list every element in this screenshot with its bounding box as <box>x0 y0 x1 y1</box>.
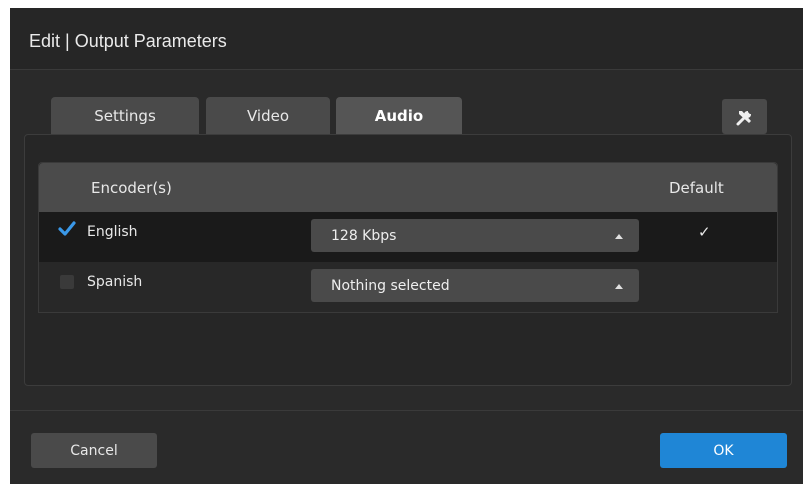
spanish-checkbox[interactable] <box>60 275 74 289</box>
cancel-button[interactable]: Cancel <box>31 433 157 468</box>
dialog-titlebar: Edit | Output Parameters <box>10 8 803 70</box>
english-bitrate-select[interactable]: 128 Kbps <box>311 219 639 252</box>
tab-audio[interactable]: Audio <box>336 97 462 134</box>
tab-settings[interactable]: Settings <box>51 97 199 134</box>
english-bitrate-value: 128 Kbps <box>331 228 397 244</box>
english-label: English <box>87 224 138 240</box>
output-parameters-dialog: Edit | Output Parameters Settings Video … <box>10 8 803 484</box>
spanish-bitrate-select[interactable]: Nothing selected <box>311 269 639 302</box>
column-header-encoders: Encoder(s) <box>91 179 172 197</box>
table-header: Encoder(s) Default <box>39 163 777 212</box>
spanish-bitrate-value: Nothing selected <box>331 278 450 294</box>
table-row: English 128 Kbps ✓ <box>39 212 777 262</box>
footer-divider <box>10 410 803 411</box>
tab-video[interactable]: Video <box>206 97 330 134</box>
encoders-table: Encoder(s) Default English 128 Kbps ✓ Sp… <box>38 162 778 313</box>
default-check-mark: ✓ <box>698 223 711 241</box>
caret-up-icon <box>615 234 623 239</box>
dialog-title: Edit | Output Parameters <box>29 31 227 51</box>
ok-button[interactable]: OK <box>660 433 787 468</box>
column-header-default: Default <box>669 179 724 197</box>
english-checkbox[interactable] <box>58 221 76 238</box>
tools-button[interactable] <box>722 99 767 134</box>
caret-up-icon <box>615 284 623 289</box>
spanish-label: Spanish <box>87 274 143 290</box>
table-row: Spanish Nothing selected <box>39 262 777 312</box>
tools-icon <box>736 110 751 125</box>
checkmark-icon <box>58 221 76 236</box>
